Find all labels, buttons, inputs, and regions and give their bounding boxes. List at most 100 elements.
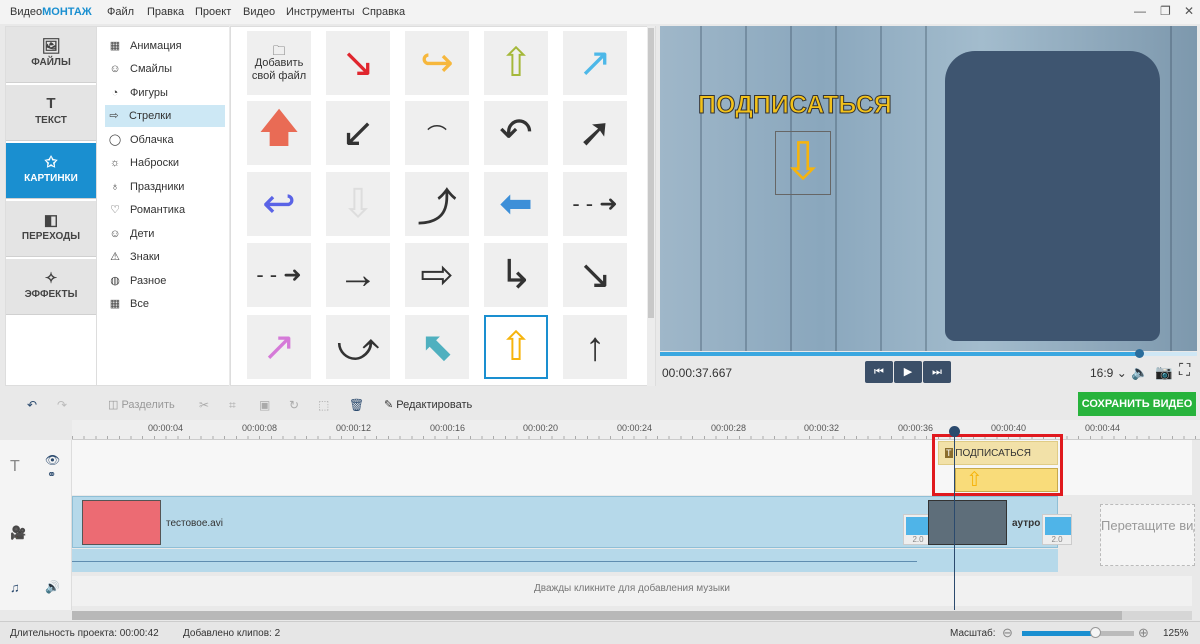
zoom-out-icon[interactable]: ⊖ (1002, 625, 1013, 641)
category-smileys[interactable]: ☺ Смайлы (106, 58, 226, 80)
ruler-tick: 00:00:16 (430, 423, 466, 433)
arrow-item[interactable]: ↗ (563, 31, 627, 95)
arrow-item[interactable]: ↙ (326, 101, 390, 165)
redo-icon[interactable]: ↷ (57, 398, 67, 412)
maximize-icon[interactable]: ❐ (1160, 4, 1171, 18)
scissors-icon[interactable]: ✂ (199, 398, 209, 412)
edit-button[interactable]: ✎ Редактировать (384, 398, 472, 411)
arrow-item[interactable]: ⬅ (484, 172, 548, 236)
zoom-in-icon[interactable]: ⊕ (1138, 625, 1149, 641)
ruler-tick: 00:00:08 (242, 423, 278, 433)
ruler-tick: 00:00:36 (898, 423, 934, 433)
arrow-item[interactable]: ↗ (247, 315, 311, 379)
nav-tab-transitions[interactable]: ◧ ПЕРЕХОДЫ (6, 201, 96, 257)
video-thumbnail[interactable] (82, 500, 161, 545)
category-bubbles[interactable]: ◯ Облачка (106, 129, 226, 151)
category-signs[interactable]: ⚠ Знаки (106, 246, 226, 268)
selected-arrow-sticker[interactable]: ⇩ (775, 131, 831, 195)
transitions-icon: ◧ (43, 212, 59, 229)
music-track[interactable]: Дважды кликните для добавления музыки (72, 576, 1192, 606)
next-frame-button[interactable]: ⏭ (923, 361, 951, 383)
arrow-item-selected[interactable]: ⇧ (484, 315, 548, 379)
arrow-item[interactable]: ↑ (563, 315, 627, 379)
grid-scrollbar[interactable] (647, 26, 655, 386)
category-list: ▦ Анимация ☺ Смайлы ◔ Фигуры ⇨ Стрелки ◯ Обла… (97, 26, 229, 386)
zoom-slider[interactable] (1022, 631, 1134, 636)
split-button[interactable]: ◫ Разделить (108, 398, 175, 411)
overlay-text[interactable]: ПОДПИСАТЬСЯ (698, 91, 893, 120)
playhead-handle[interactable] (949, 426, 960, 437)
video-clip-name: тестовое.avi (166, 518, 223, 529)
video-preview[interactable]: ПОДПИСАТЬСЯ ⇩ (660, 26, 1197, 351)
playhead[interactable] (954, 430, 955, 610)
nav-tab-text[interactable]: T ТЕКСТ (6, 85, 96, 141)
timeline-scrollbar[interactable] (72, 611, 1192, 620)
category-all[interactable]: ▦ Все (106, 293, 226, 315)
outro-thumbnail[interactable] (928, 500, 1007, 545)
fullscreen-icon[interactable]: ⛶ (1179, 362, 1190, 380)
category-sketches[interactable]: ☼ Наброски (106, 152, 226, 174)
zoom-slider-handle[interactable] (1089, 627, 1101, 638)
prev-frame-button[interactable]: ⏮ (865, 361, 893, 383)
nav-tab-effects[interactable]: ✧ ЭФФЕКТЫ (6, 259, 96, 315)
arrow-item[interactable]: ⬉ (405, 315, 469, 379)
preview-progress-bar[interactable] (660, 352, 1197, 356)
menu-video[interactable]: Видео (243, 6, 275, 18)
arrow-item[interactable]: ⇨ (405, 243, 469, 307)
delete-icon[interactable]: 🗑 (349, 398, 364, 412)
arrow-item[interactable]: → (326, 243, 390, 307)
save-video-button[interactable]: СОХРАНИТЬ ВИДЕО (1078, 392, 1196, 416)
category-arrows[interactable]: ⇨ Стрелки (105, 105, 225, 127)
minimize-icon[interactable]: — (1134, 4, 1146, 18)
ruler-tick: 00:00:40 (991, 423, 1027, 433)
arrow-item[interactable]: 🡅 (247, 101, 311, 165)
nav-tab-pictures[interactable]: ✩ КАРТИНКИ (6, 143, 96, 199)
menu-edit[interactable]: Правка (147, 6, 184, 18)
arrow-item[interactable]: ↩ (247, 172, 311, 236)
link-icon[interactable]: ⚭ (47, 468, 56, 481)
category-kids[interactable]: ☺ Дети (106, 223, 226, 245)
arrow-item[interactable]: ↶ (484, 101, 548, 165)
cursor-item[interactable]: ➚ (563, 101, 627, 165)
arrow-item[interactable]: ⇧ (484, 31, 548, 95)
aspect-ratio-select[interactable]: 16:9 ⌄ (1090, 366, 1127, 380)
play-button[interactable]: ▶ (894, 361, 922, 383)
camera-icon[interactable]: 📷 (1155, 364, 1172, 381)
eye-icon[interactable]: 👁 (45, 453, 60, 467)
progress-handle[interactable] (1135, 349, 1144, 358)
close-icon[interactable]: ✕ (1184, 4, 1194, 18)
arrow-item[interactable]: - - ➜ (247, 243, 311, 307)
category-shapes[interactable]: ◔ Фигуры (106, 82, 226, 104)
arrow-item[interactable]: ⇩ (326, 172, 390, 236)
arrow-item[interactable]: ⌒ (405, 101, 469, 165)
menu-tools[interactable]: Инструменты (286, 6, 355, 18)
volume-icon[interactable]: 🔈 (1131, 364, 1148, 381)
arrow-item[interactable]: ⤴ (405, 172, 469, 236)
undo-icon[interactable]: ↶ (27, 398, 37, 412)
menu-project[interactable]: Проект (195, 6, 231, 18)
category-holidays[interactable]: ♁ Праздники (106, 176, 226, 198)
frame-icon[interactable]: ▣ (259, 398, 270, 412)
audio-waveform[interactable] (72, 549, 1058, 572)
arrow-item[interactable]: - - ➜ (563, 172, 627, 236)
add-own-file-button[interactable]: 🗀 Добавить свой файл (247, 31, 311, 95)
rotate-icon[interactable]: ↻ (289, 398, 299, 412)
nav-tab-files[interactable]: 🖼 ФАЙЛЫ (6, 27, 96, 83)
arrow-item[interactable]: ↘ (563, 243, 627, 307)
ruler-tick: 00:00:20 (523, 423, 559, 433)
arrow-item[interactable]: ↳ (484, 243, 548, 307)
menu-help[interactable]: Справка (362, 6, 405, 18)
enhance-icon[interactable]: ⬚ (318, 398, 329, 412)
arrow-item[interactable]: ↪ (405, 31, 469, 95)
crop-icon[interactable]: ⌗ (229, 398, 236, 413)
menu-file[interactable]: Файл (107, 6, 134, 18)
category-animation[interactable]: ▦ Анимация (106, 35, 226, 57)
speaker-icon[interactable]: 🔊 (45, 580, 60, 594)
transition-2[interactable]: 2.0 (1042, 514, 1072, 545)
nav-label: ПЕРЕХОДЫ (21, 231, 81, 242)
category-romance[interactable]: ♡ Романтика (106, 199, 226, 221)
drop-zone[interactable]: Перетащите видео и (1100, 504, 1195, 566)
category-misc[interactable]: ◍ Разное (106, 270, 226, 292)
arrow-item[interactable]: ↘ (326, 31, 390, 95)
arrow-item[interactable]: ⤻ (326, 315, 390, 379)
